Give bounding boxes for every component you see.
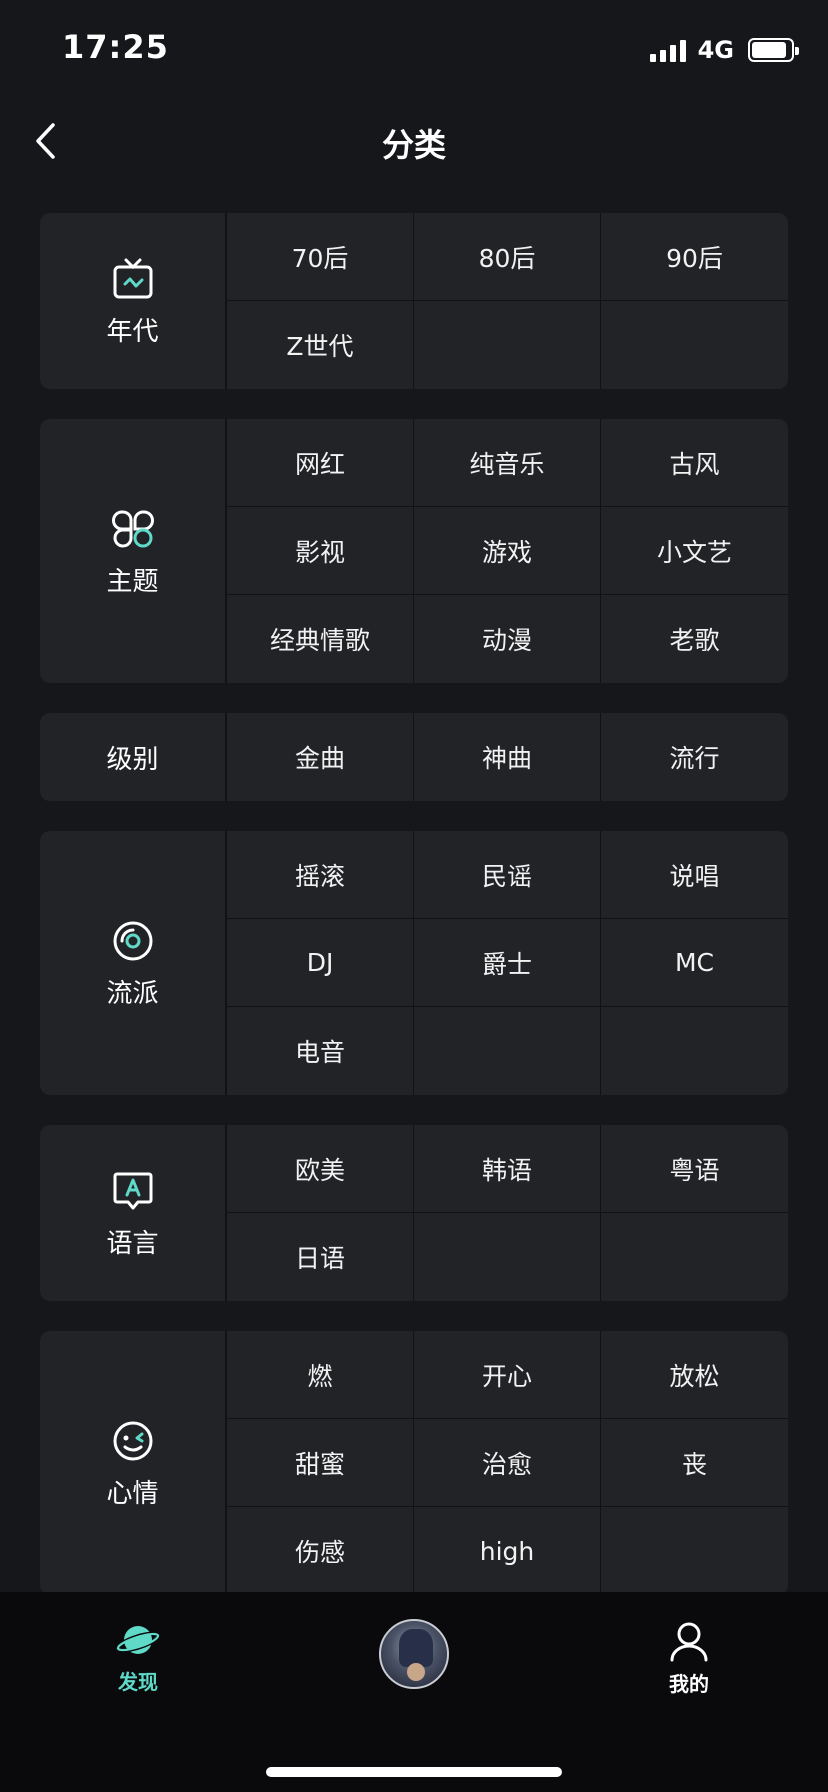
category-item[interactable]: Z世代: [227, 301, 414, 389]
category-label: 心情: [106, 1478, 159, 1509]
category-item[interactable]: 90后: [601, 213, 788, 301]
category-item[interactable]: 欧美: [227, 1125, 414, 1213]
category-item[interactable]: MC: [601, 919, 788, 1007]
category-item[interactable]: 燃: [227, 1331, 414, 1419]
category-item[interactable]: 游戏: [414, 507, 601, 595]
category-card-level: 级别 金曲 神曲 流行: [40, 713, 788, 801]
category-item[interactable]: 老歌: [601, 595, 788, 683]
category-label: 主题: [106, 566, 159, 597]
category-item[interactable]: 影视: [227, 507, 414, 595]
tab-mine[interactable]: 我的: [646, 1620, 732, 1697]
category-card-mood: 心情 燃 开心 放松 甜蜜 治愈 丧 伤感 high: [40, 1331, 788, 1593]
status-time: 17:25: [62, 28, 169, 66]
category-label: 流派: [106, 978, 159, 1009]
page-title: 分类: [381, 126, 446, 164]
category-item[interactable]: 金曲: [227, 713, 414, 801]
wink-face-icon: [109, 1417, 157, 1465]
category-item[interactable]: 开心: [414, 1331, 601, 1419]
category-item[interactable]: 爵士: [414, 919, 601, 1007]
category-item[interactable]: 摇滚: [227, 831, 414, 919]
category-header: 心情: [40, 1331, 227, 1593]
user-icon: [670, 1622, 708, 1662]
category-card-genre: 流派 摇滚 民谣 说唱 DJ 爵士 MC 电音: [40, 831, 788, 1095]
category-item[interactable]: 说唱: [601, 831, 788, 919]
empty-cell: [601, 1507, 788, 1593]
category-item[interactable]: 80后: [414, 213, 601, 301]
category-item[interactable]: 日语: [227, 1213, 414, 1301]
category-label: 级别: [106, 744, 159, 775]
tab-label: 发现: [118, 1670, 158, 1694]
tab-label: 我的: [669, 1672, 709, 1696]
speech-a-icon: [109, 1167, 157, 1215]
empty-cell: [601, 1007, 788, 1095]
category-header: 年代: [40, 213, 227, 389]
category-item[interactable]: 小文艺: [601, 507, 788, 595]
now-playing-button[interactable]: [378, 1619, 450, 1689]
category-header: 主题: [40, 419, 227, 683]
empty-cell: [601, 1213, 788, 1301]
category-item[interactable]: 甜蜜: [227, 1419, 414, 1507]
tv-icon: [109, 255, 157, 303]
category-header: 语言: [40, 1125, 227, 1301]
empty-cell: [414, 1007, 601, 1095]
category-card-era: 年代 70后 80后 90后 Z世代: [40, 213, 788, 389]
theme-grid-icon: [109, 505, 157, 553]
empty-cell: [414, 1213, 601, 1301]
category-item[interactable]: 经典情歌: [227, 595, 414, 683]
empty-cell: [601, 301, 788, 389]
category-item[interactable]: 流行: [601, 713, 788, 801]
category-card-language: 语言 欧美 韩语 粤语 日语: [40, 1125, 788, 1301]
category-item[interactable]: 古风: [601, 419, 788, 507]
category-item[interactable]: 网红: [227, 419, 414, 507]
planet-icon: [115, 1626, 161, 1654]
disc-icon: [109, 917, 157, 965]
category-item[interactable]: 70后: [227, 213, 414, 301]
empty-cell: [414, 301, 601, 389]
signal-icon: [649, 38, 686, 62]
category-item[interactable]: 治愈: [414, 1419, 601, 1507]
battery-icon: [748, 38, 799, 62]
network-type: 4G: [697, 36, 734, 64]
category-item[interactable]: 动漫: [414, 595, 601, 683]
category-item[interactable]: 伤感: [227, 1507, 414, 1593]
category-item[interactable]: DJ: [227, 919, 414, 1007]
category-item[interactable]: 韩语: [414, 1125, 601, 1213]
nav-bar: 分类: [0, 110, 828, 170]
tab-discover[interactable]: 发现: [95, 1620, 181, 1695]
category-header: 流派: [40, 831, 227, 1095]
category-item[interactable]: 放松: [601, 1331, 788, 1419]
status-bar: 17:25 4G: [0, 0, 828, 100]
category-item[interactable]: 粤语: [601, 1125, 788, 1213]
album-avatar: [379, 1619, 449, 1689]
tab-bar: 发现 我的: [0, 1592, 828, 1792]
category-item[interactable]: high: [414, 1507, 601, 1593]
category-label: 年代: [106, 316, 159, 347]
category-label: 语言: [106, 1228, 159, 1259]
category-item[interactable]: 丧: [601, 1419, 788, 1507]
home-indicator: [266, 1767, 562, 1777]
status-indicators: 4G: [649, 36, 799, 64]
category-card-theme: 主题 网红 纯音乐 古风 影视 游戏 小文艺 经典情歌 动漫 老歌: [40, 419, 788, 683]
category-item[interactable]: 民谣: [414, 831, 601, 919]
category-item[interactable]: 电音: [227, 1007, 414, 1095]
category-list: 年代 70后 80后 90后 Z世代 主题 网红 纯音乐 古风 影视 游戏 小文…: [40, 213, 788, 1593]
category-item[interactable]: 神曲: [414, 713, 601, 801]
category-header: 级别: [40, 713, 227, 801]
category-item[interactable]: 纯音乐: [414, 419, 601, 507]
